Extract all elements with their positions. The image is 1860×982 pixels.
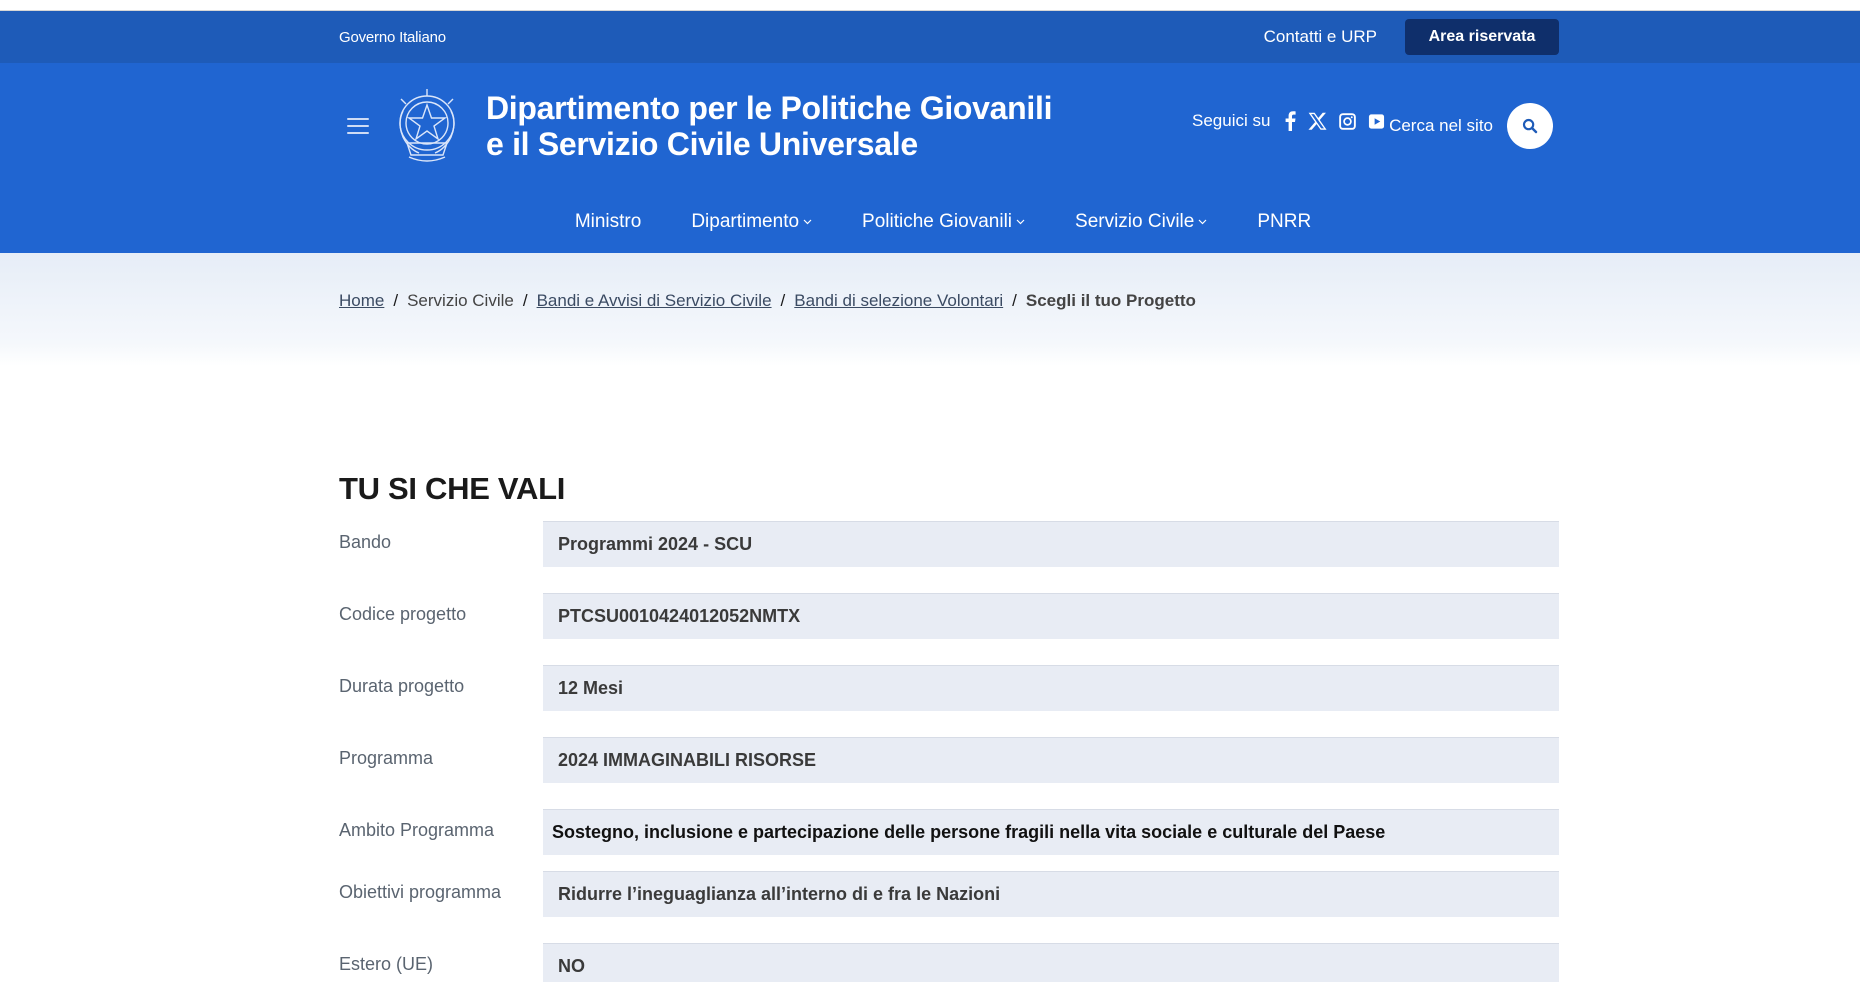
social-links: Seguici su xyxy=(1192,111,1385,131)
republic-emblem-logo[interactable] xyxy=(389,83,465,169)
follow-label: Seguici su xyxy=(1192,111,1271,130)
breadcrumb-section: Home / Servizio Civile / Bandi e Avvisi … xyxy=(0,253,1860,366)
chevron-down-icon xyxy=(1016,219,1025,225)
breadcrumb-bandi-volontari[interactable]: Bandi di selezione Volontari xyxy=(794,291,1003,311)
nav-label: Ministro xyxy=(574,211,642,232)
field-value: 12 Mesi xyxy=(543,665,1559,711)
field-value: Programmi 2024 - SCU xyxy=(543,521,1559,567)
field-label: Programma xyxy=(339,748,434,768)
site-title-line2: e il Servizio Civile Universale xyxy=(486,126,918,162)
breadcrumb-bandi-avvisi[interactable]: Bandi e Avvisi di Servizio Civile xyxy=(537,291,772,311)
chevron-down-icon xyxy=(803,219,812,225)
breadcrumb-home[interactable]: Home xyxy=(339,291,384,311)
nav-label: PNRR xyxy=(1257,211,1312,232)
reserved-area-button[interactable]: Area riservata xyxy=(1405,19,1559,55)
field-row-bando: Bando Programmi 2024 - SCU xyxy=(339,521,1559,567)
main-navbar: Ministro Dipartimento Politiche Giovanil… xyxy=(0,197,1860,253)
nav-item-politiche-giovanili[interactable]: Politiche Giovanili xyxy=(837,211,1050,233)
youtube-icon[interactable] xyxy=(1368,113,1385,130)
slim-header: Governo Italiano Contatti e URP Area ris… xyxy=(0,11,1860,63)
center-header: Dipartimento per le Politiche Giovanili … xyxy=(0,63,1860,197)
breadcrumb-servizio-civile: Servizio Civile xyxy=(407,290,514,310)
nav-item-ministro[interactable]: Ministro xyxy=(550,211,667,233)
field-row-estero-ue: Estero (UE) NO xyxy=(339,943,1559,982)
search-area: Cerca nel sito xyxy=(1389,103,1553,149)
governo-italiano-link[interactable]: Governo Italiano xyxy=(339,29,446,46)
breadcrumb-separator: / xyxy=(780,290,786,310)
nav-item-servizio-civile[interactable]: Servizio Civile xyxy=(1050,211,1232,233)
breadcrumb-separator: / xyxy=(393,290,399,310)
contacts-link[interactable]: Contatti e URP xyxy=(1264,27,1377,47)
browser-top-strip xyxy=(0,0,1860,11)
nav-item-dipartimento[interactable]: Dipartimento xyxy=(666,211,837,233)
site-title[interactable]: Dipartimento per le Politiche Giovanili … xyxy=(486,90,1053,162)
main-content: TU SI CHE VALI Bando Programmi 2024 - SC… xyxy=(0,366,1860,982)
chevron-down-icon xyxy=(1198,219,1207,225)
hamburger-menu-icon[interactable] xyxy=(347,118,369,134)
field-row-codice-progetto: Codice progetto PTCSU0010424012052NMTX xyxy=(339,593,1559,639)
breadcrumb-separator: / xyxy=(522,290,528,310)
field-row-durata-progetto: Durata progetto 12 Mesi xyxy=(339,665,1559,711)
field-value: 2024 IMMAGINABILI RISORSE xyxy=(543,737,1559,783)
search-label: Cerca nel sito xyxy=(1389,116,1493,135)
instagram-icon[interactable] xyxy=(1339,112,1357,130)
field-row-ambito-programma: Ambito Programma Sostegno, inclusione e … xyxy=(339,809,1559,855)
x-icon[interactable] xyxy=(1308,112,1328,131)
nav-item-pnrr[interactable]: PNRR xyxy=(1232,211,1336,233)
nav-label: Servizio Civile xyxy=(1075,211,1195,232)
field-label: Obiettivi programma xyxy=(339,882,502,902)
project-details: TU SI CHE VALI Bando Programmi 2024 - SC… xyxy=(339,471,1559,982)
page-title: TU SI CHE VALI xyxy=(339,471,566,506)
field-row-programma: Programma 2024 IMMAGINABILI RISORSE xyxy=(339,737,1559,783)
field-row-obiettivi-programma: Obiettivi programma Ridurre l’ineguaglia… xyxy=(339,871,1559,917)
field-value: Sostegno, inclusione e partecipazione de… xyxy=(543,809,1559,855)
nav-label: Dipartimento xyxy=(691,211,800,232)
breadcrumb-current: Scegli il tuo Progetto xyxy=(1025,290,1196,310)
field-value: Ridurre l’ineguaglianza all’interno di e… xyxy=(543,871,1559,917)
field-label: Codice progetto xyxy=(339,604,467,624)
search-button[interactable] xyxy=(1507,103,1553,149)
field-label: Estero (UE) xyxy=(339,954,434,974)
field-value: NO xyxy=(543,943,1559,982)
field-value: PTCSU0010424012052NMTX xyxy=(543,593,1559,639)
facebook-icon[interactable] xyxy=(1284,111,1297,131)
search-icon xyxy=(1522,118,1538,134)
field-label: Durata progetto xyxy=(339,676,465,696)
field-label: Bando xyxy=(339,532,392,552)
breadcrumb: Home / Servizio Civile / Bandi e Avvisi … xyxy=(339,253,1559,348)
slim-header-actions: Contatti e URP Area riservata xyxy=(1264,19,1559,55)
breadcrumb-separator: / xyxy=(1012,290,1017,310)
field-label: Ambito Programma xyxy=(339,820,495,840)
nav-label: Politiche Giovanili xyxy=(862,211,1013,232)
site-title-line1: Dipartimento per le Politiche Giovanili xyxy=(486,90,1053,126)
